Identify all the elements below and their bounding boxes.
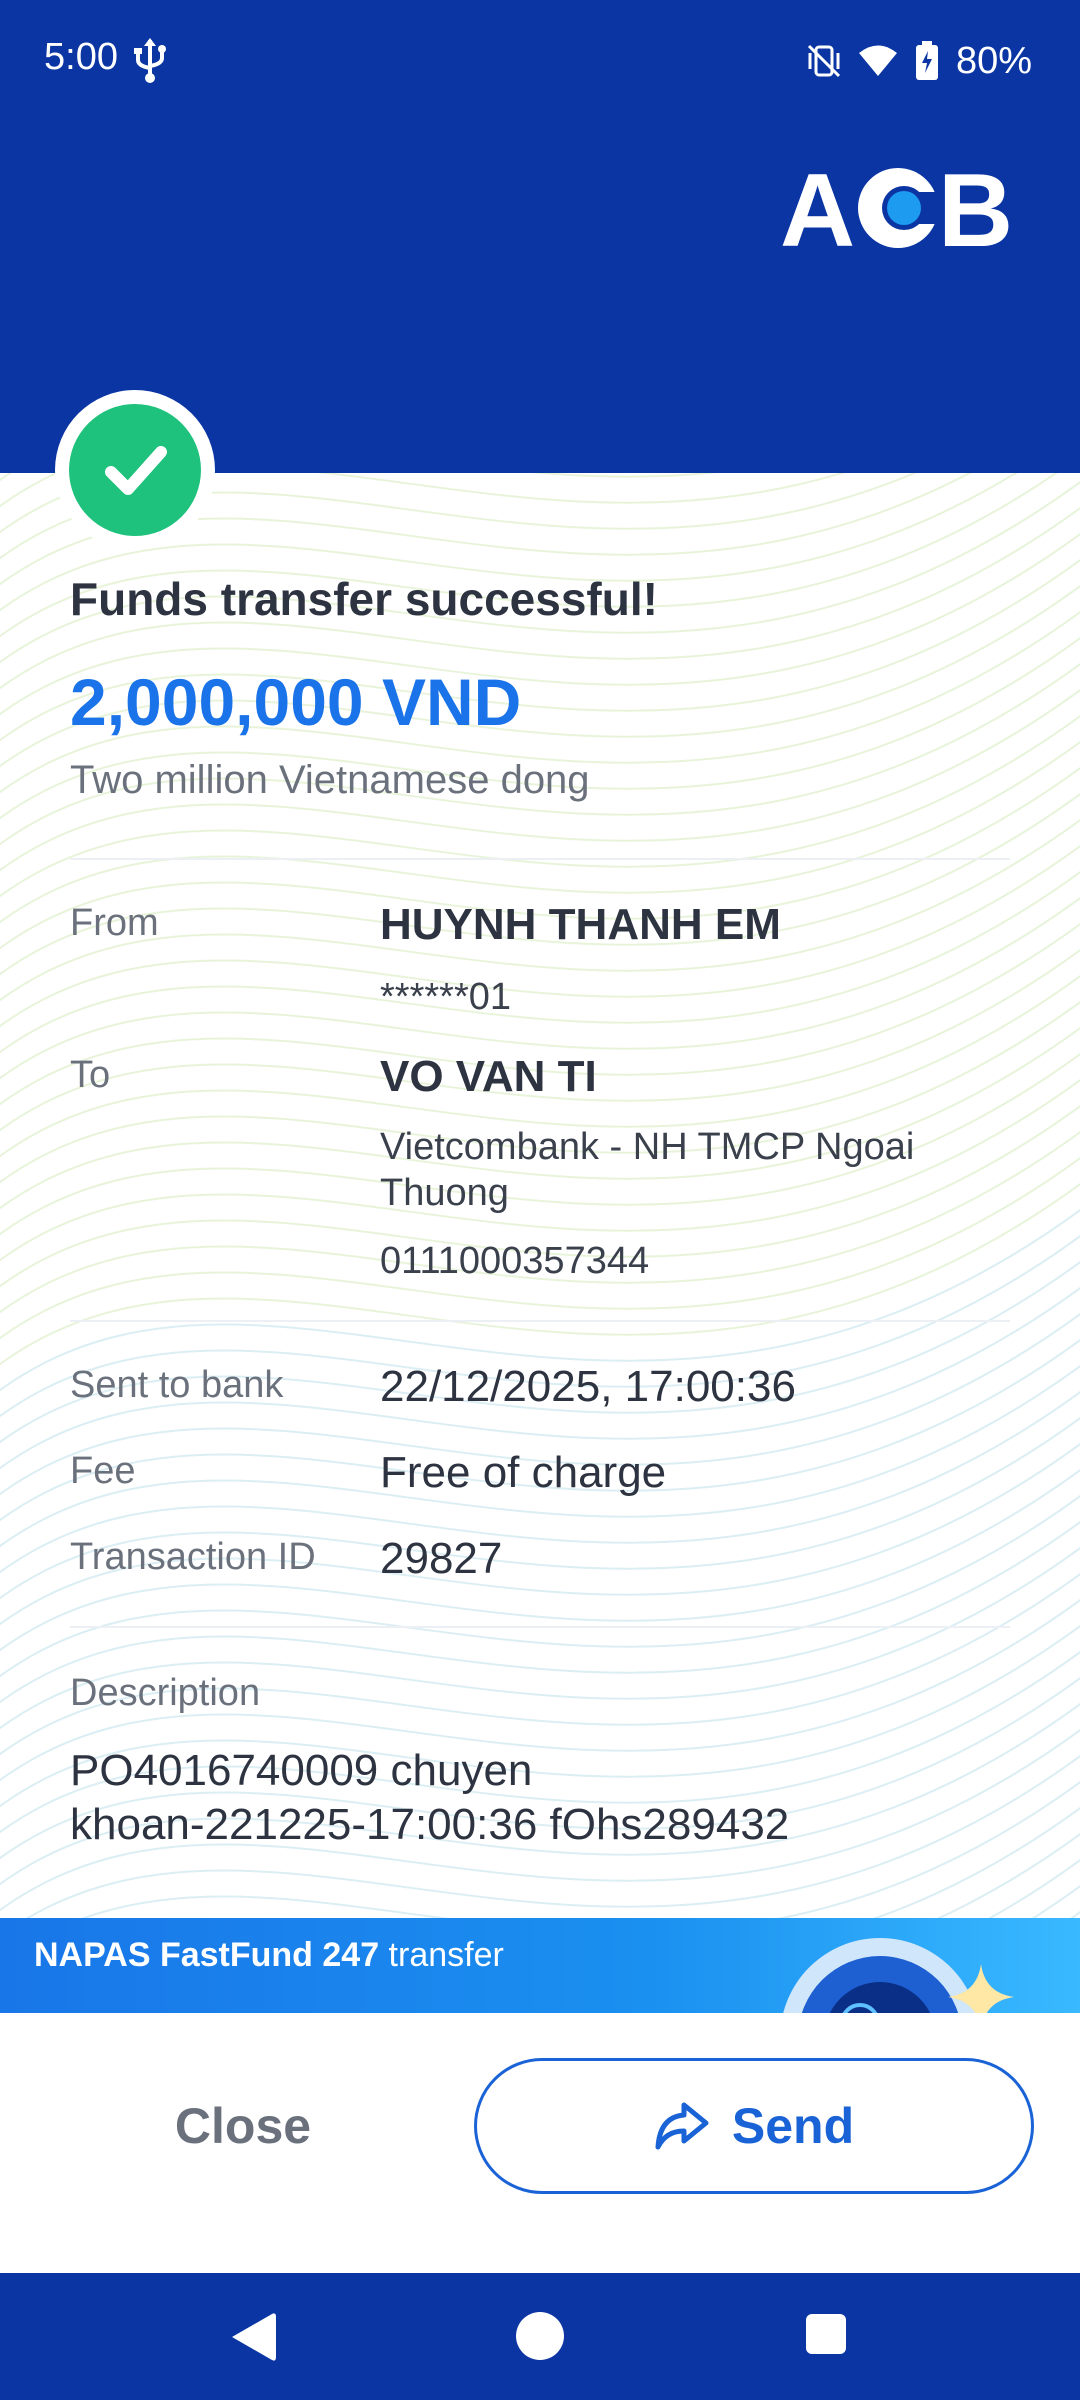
back-icon[interactable]	[226, 2310, 278, 2364]
amount-in-words: Two million Vietnamese dong	[70, 758, 590, 802]
fee-value: Free of charge	[380, 1448, 667, 1497]
promo-bold-text: NAPAS FastFund 247	[34, 1936, 380, 1974]
wifi-icon	[858, 45, 897, 76]
promo-rest-text: transfer	[379, 1936, 504, 1974]
to-account: 0111000357344	[380, 1240, 650, 1282]
recents-icon[interactable]	[806, 2314, 846, 2354]
to-name: VO VAN TI	[380, 1052, 597, 1101]
from-name: HUYNH THANH EM	[380, 900, 781, 949]
description-text: PO4016740009 chuyen khoan-221225-17:00:3…	[70, 1744, 1030, 1852]
battery-percent: 80%	[955, 39, 1032, 82]
svg-text:B: B	[938, 158, 1012, 258]
acb-logo: A B	[780, 158, 1012, 258]
send-button-label: Send	[731, 2098, 855, 2154]
from-account: ******01	[380, 976, 511, 1018]
description-line1: PO4016740009 chuyen	[70, 1746, 533, 1795]
home-icon[interactable]	[516, 2312, 564, 2360]
description-label: Description	[70, 1672, 261, 1714]
transaction-id-label: Transaction ID	[70, 1536, 316, 1578]
fee-label: Fee	[70, 1450, 136, 1492]
sparkle-icon	[948, 1964, 1014, 2013]
success-badge	[55, 390, 215, 550]
divider	[70, 1626, 1010, 1628]
status-time: 5:00	[44, 36, 118, 78]
usb-icon	[134, 38, 166, 83]
description-line2: khoan-221225-17:00:36 fOhs289432	[70, 1800, 790, 1849]
promo-banner[interactable]: NAPAS FastFund 247 transfer	[0, 1918, 1080, 2013]
transfer-amount: 2,000,000 VND	[70, 665, 522, 739]
to-bank-line1: Vietcombank - NH TMCP Ngoai	[380, 1126, 915, 1168]
check-icon	[105, 446, 167, 495]
divider	[70, 858, 1010, 860]
transaction-id-value: 29827	[380, 1534, 503, 1583]
divider	[70, 1320, 1010, 1322]
to-bank-line2: Thuong	[380, 1172, 509, 1214]
to-label: To	[70, 1054, 111, 1096]
vibrate-off-icon	[807, 44, 840, 78]
promo-text: NAPAS FastFund 247 transfer	[34, 1936, 504, 1975]
from-label: From	[70, 902, 159, 944]
share-icon	[655, 2102, 709, 2150]
promo-illustration	[783, 1938, 977, 2013]
sent-to-bank-value: 22/12/2025, 17:00:36	[380, 1362, 796, 1411]
success-title: Funds transfer successful!	[70, 573, 658, 625]
battery-charging-icon	[915, 41, 938, 80]
send-button[interactable]: Send	[474, 2058, 1034, 2194]
svg-text:A: A	[780, 158, 853, 258]
status-icons: 80%	[806, 36, 1032, 86]
status-bar: 5:00 80%	[0, 0, 1080, 124]
close-button[interactable]: Close	[70, 2058, 416, 2194]
sent-to-bank-label: Sent to bank	[70, 1364, 284, 1406]
